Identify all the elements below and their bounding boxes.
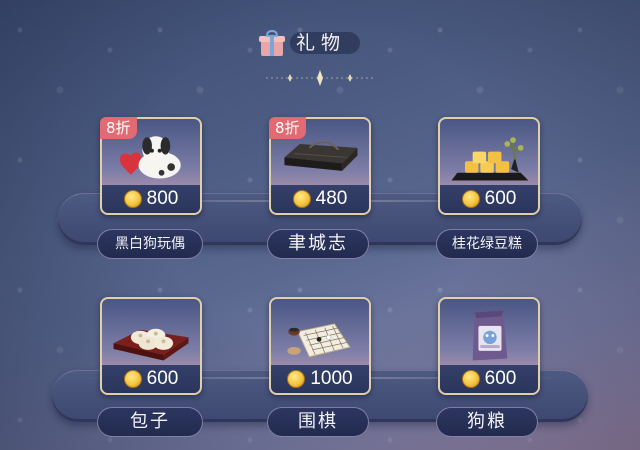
price-bar: 600: [440, 365, 538, 393]
gift-name-book[interactable]: 聿城志: [267, 229, 369, 259]
dog-food-bag-icon: [472, 310, 508, 361]
discount-badge: 8折: [269, 117, 306, 139]
price-bar: 600: [102, 365, 200, 393]
title-divider-ornament: [266, 70, 374, 86]
gift-card-book[interactable]: 480 8折: [269, 117, 371, 215]
price-bar: 800: [102, 185, 200, 213]
gift-card-steamed-bun[interactable]: 600: [100, 297, 202, 395]
price-bar: 480: [271, 185, 369, 213]
mung-bean-cake-icon: [451, 137, 529, 181]
coin-icon: [287, 370, 306, 388]
gift-box-icon: [258, 29, 286, 57]
gift-name-mung-bean-cake[interactable]: 桂花绿豆糕: [436, 229, 538, 259]
gift-card-mung-bean-cake[interactable]: 600: [438, 117, 540, 215]
coin-icon: [292, 190, 311, 208]
gift-price: 600: [484, 368, 517, 389]
coin-icon: [123, 190, 142, 208]
price-bar: 600: [440, 185, 538, 213]
go-board-icon: [287, 323, 351, 358]
discount-badge: 8折: [100, 117, 137, 139]
gift-name-go-board[interactable]: 围棋: [267, 407, 369, 437]
coin-icon: [461, 190, 480, 208]
gift-price: 1000: [310, 368, 353, 389]
coin-icon: [123, 370, 142, 388]
price-bar: 1000: [271, 365, 369, 393]
gift-price: 600: [146, 368, 179, 389]
gift-name-dog-plush[interactable]: 黑白狗玩偶: [97, 229, 203, 259]
coin-icon: [461, 370, 480, 388]
gift-price: 800: [146, 188, 179, 209]
gift-name-steamed-bun[interactable]: 包子: [97, 407, 203, 437]
gift-price: 600: [484, 188, 517, 209]
gift-card-dog-plush[interactable]: 800 8折: [100, 117, 202, 215]
gift-card-go-board[interactable]: 1000: [269, 297, 371, 395]
gift-panel-header: 礼物: [258, 28, 361, 58]
steamed-bun-icon: [113, 328, 189, 361]
gift-card-dog-food[interactable]: 600: [438, 297, 540, 395]
page-title: 礼物: [290, 32, 361, 54]
gift-price: 480: [315, 188, 348, 209]
gift-name-dog-food[interactable]: 狗粮: [436, 407, 538, 437]
